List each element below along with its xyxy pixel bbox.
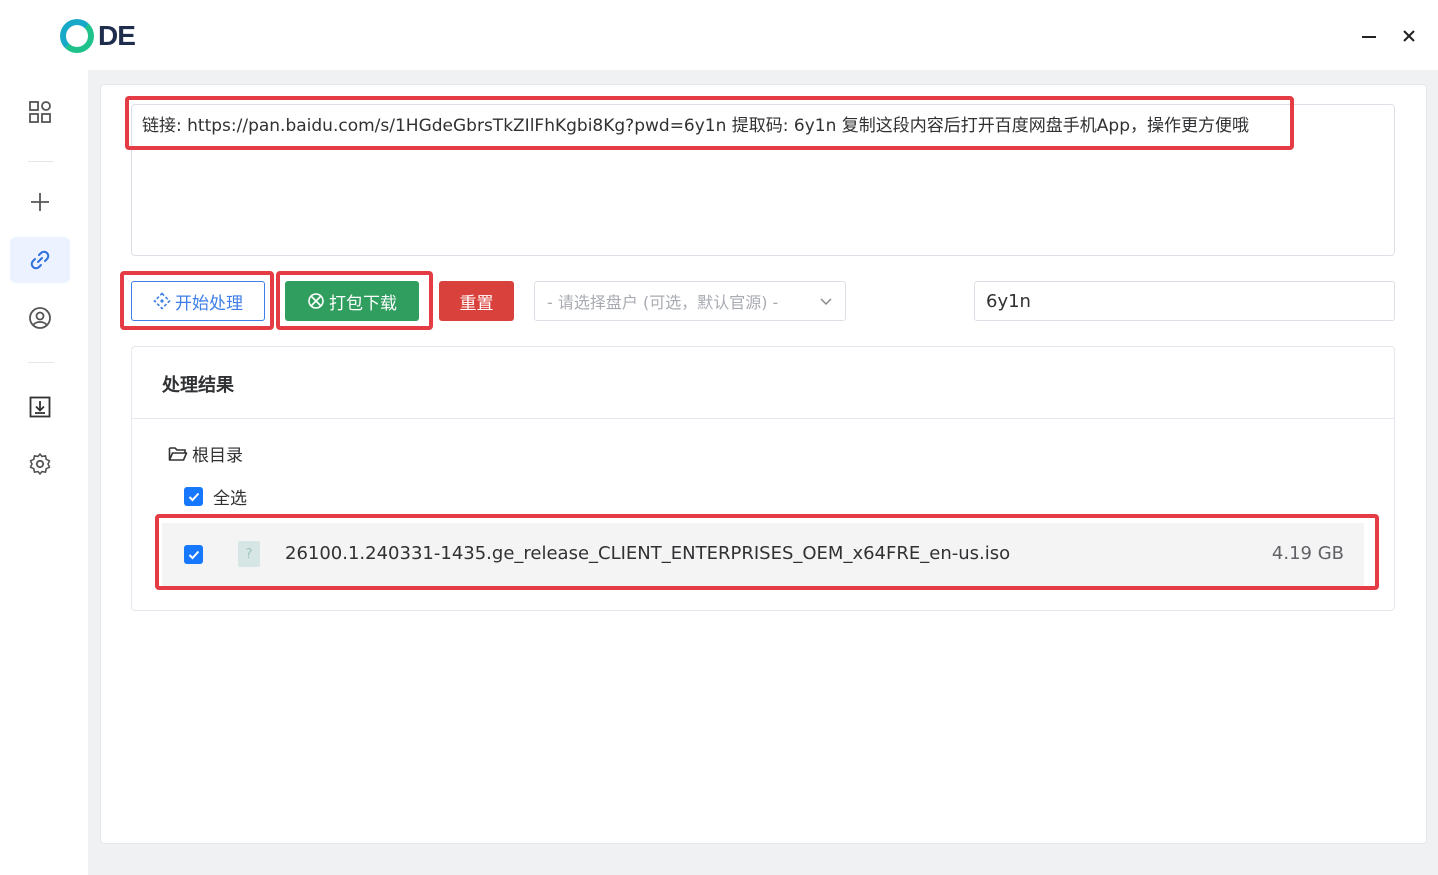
disk-account-select[interactable]: - 请选择盘户 (可选，默认官源) - xyxy=(534,281,846,321)
file-row[interactable]: ? 26100.1.240331-1435.ge_release_CLIENT_… xyxy=(162,523,1364,587)
select-all-checkbox[interactable]: 全选 xyxy=(184,484,247,509)
sidebar-item-account[interactable] xyxy=(10,295,70,341)
tree-root-label: 根目录 xyxy=(192,446,243,466)
pack-download-label: 打包下载 xyxy=(329,293,397,314)
sidebar-item-settings[interactable] xyxy=(10,441,70,487)
start-process-button[interactable]: 开始处理 xyxy=(131,281,265,321)
app-logo: DE xyxy=(60,18,136,54)
result-card: 处理结果 根目录 全选 ? 26100.1.240331-1435.ge_rel… xyxy=(131,346,1395,611)
reset-label: 重置 xyxy=(459,293,494,314)
folder-open-icon xyxy=(168,445,188,463)
sidebar-item-link[interactable] xyxy=(10,237,70,283)
dashboard-icon xyxy=(29,101,51,123)
logo-text: DE xyxy=(98,20,136,51)
close-icon xyxy=(1403,30,1415,42)
sidebar-item-dashboard[interactable] xyxy=(10,89,70,135)
disk-account-placeholder: - 请选择盘户 (可选，默认官源) - xyxy=(547,293,779,312)
extract-code-input[interactable] xyxy=(974,281,1395,321)
share-link-textarea[interactable]: 链接: https://pan.baidu.com/s/1HGdeGbrsTkZ… xyxy=(131,104,1395,256)
sidebar-item-add[interactable] xyxy=(10,179,70,225)
file-size: 4.19 GB xyxy=(1271,543,1344,564)
plus-icon xyxy=(31,193,49,211)
package-icon xyxy=(307,292,325,310)
file-unknown-icon: ? xyxy=(238,541,260,567)
reset-button[interactable]: 重置 xyxy=(439,281,514,321)
sidebar-divider xyxy=(28,161,54,162)
result-title: 处理结果 xyxy=(132,347,1394,419)
download-icon xyxy=(29,396,51,418)
title-bar: DE xyxy=(0,0,1438,70)
logo-ring-icon xyxy=(60,19,94,53)
sidebar xyxy=(0,70,88,875)
start-process-label: 开始处理 xyxy=(175,293,243,314)
gear-icon xyxy=(29,453,51,475)
checkbox-checked-icon[interactable] xyxy=(184,487,203,506)
file-checkbox[interactable] xyxy=(184,545,203,564)
user-circle-icon xyxy=(29,307,51,329)
minimize-icon xyxy=(1362,36,1376,38)
pack-download-button[interactable]: 打包下载 xyxy=(285,281,419,321)
minimize-button[interactable] xyxy=(1357,24,1381,48)
tree-root-node[interactable]: 根目录 xyxy=(168,441,243,466)
process-icon xyxy=(153,292,171,310)
sidebar-item-downloads[interactable] xyxy=(10,384,70,430)
link-icon xyxy=(30,250,50,270)
select-all-label: 全选 xyxy=(213,489,247,509)
close-button[interactable] xyxy=(1397,24,1421,48)
file-name: 26100.1.240331-1435.ge_release_CLIENT_EN… xyxy=(285,543,1011,564)
chevron-down-icon xyxy=(819,294,833,308)
sidebar-divider xyxy=(28,362,54,363)
